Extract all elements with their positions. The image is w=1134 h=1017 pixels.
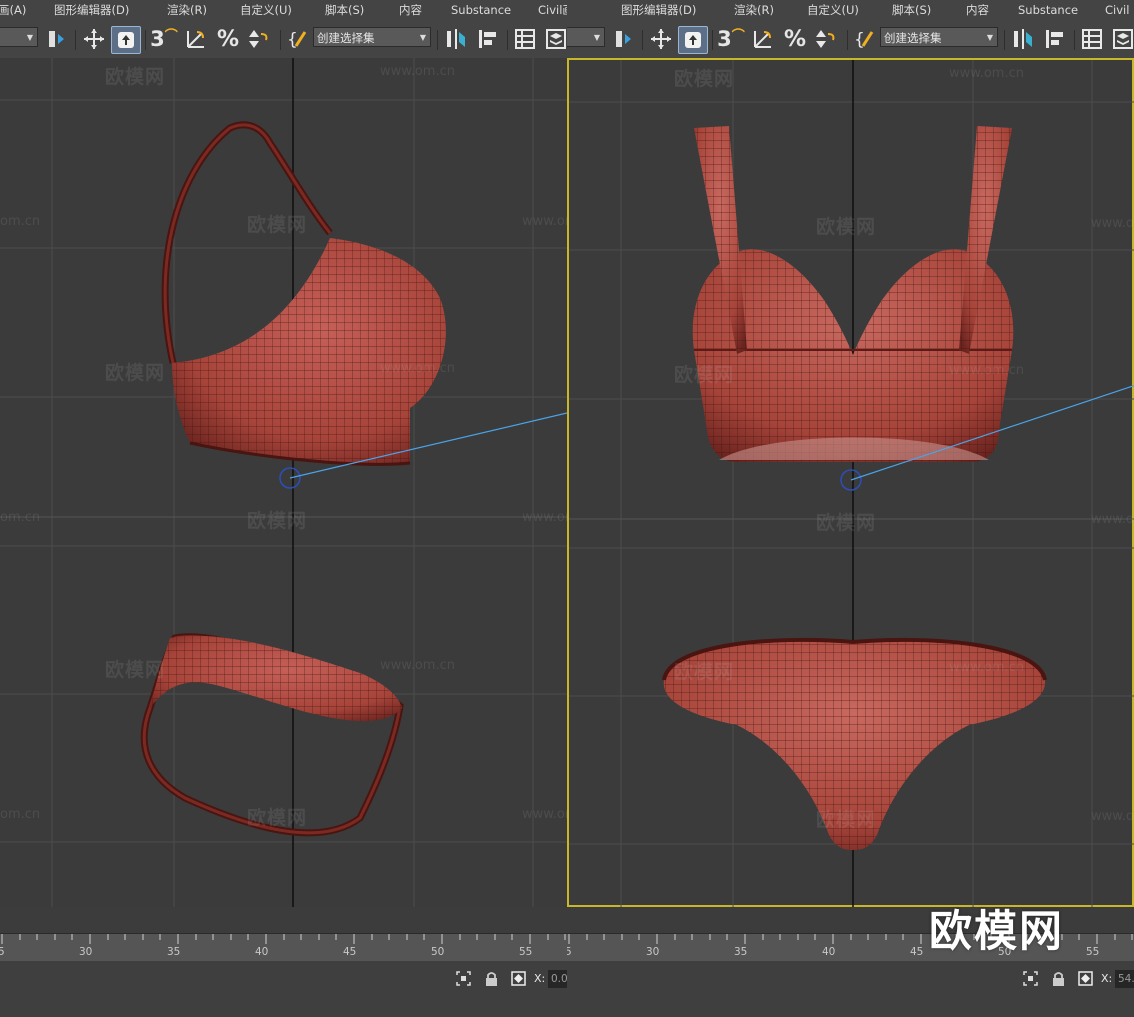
timeline-tick-label: 5 <box>567 946 572 958</box>
timeline-tick-label: 35 <box>734 946 748 958</box>
timeline-tick-label: 5 <box>0 946 5 958</box>
x-coordinate-field[interactable]: 0.0 <box>548 970 567 988</box>
status-bar: X: 0.0 <box>0 961 567 1017</box>
angle-snap-icon[interactable] <box>750 26 776 52</box>
snap-toggle-icon[interactable]: 3 ⌒ <box>150 26 178 52</box>
menu-item-scripting[interactable]: 脚本(S) <box>325 0 364 20</box>
select-move-icon[interactable] <box>647 26 675 52</box>
selection-filter-dropdown[interactable]: ▼ <box>0 27 38 47</box>
menu-item-scripting[interactable]: 脚本(S) <box>892 0 931 20</box>
svg-text:{: { <box>854 30 865 50</box>
menu-item-content[interactable]: 内容 <box>966 0 989 20</box>
lock-icon[interactable] <box>1050 970 1067 987</box>
selection-set-dropdown[interactable]: 创建选择集 ▼ <box>880 27 998 47</box>
absolute-mode-icon[interactable] <box>510 970 527 987</box>
menu-item-graph-editors[interactable]: 图形编辑器(D) <box>54 0 129 20</box>
layer-explorer-icon[interactable] <box>543 26 567 52</box>
scene-explorer-icon[interactable] <box>1079 26 1105 52</box>
menu-item-graph-editors[interactable]: 图形编辑器(D) <box>621 0 696 20</box>
right-screen: 图形编辑器(D) 渲染(R) 自定义(U) 脚本(S) 内容 Substance… <box>567 0 1134 1017</box>
main-toolbar: ▼ 3 ⌒ % { 创建选择集 ▼ <box>567 20 1134 59</box>
menu-item-civil[interactable]: Civil <box>1105 0 1129 20</box>
timeline-tick-label: 50 <box>431 946 445 958</box>
timeline-tick-label: 35 <box>167 946 181 958</box>
isolate-selection-icon[interactable] <box>455 970 472 987</box>
percent-snap-icon[interactable]: % <box>781 26 809 52</box>
menu-item-content[interactable]: 内容 <box>399 0 422 20</box>
menu-item-rendering[interactable]: 渲染(R) <box>167 0 207 20</box>
select-by-name-icon[interactable] <box>609 26 637 52</box>
select-by-name-icon[interactable] <box>42 26 70 52</box>
snap-toggle-icon[interactable]: 3 ⌒ <box>717 26 745 52</box>
x-coordinate-field[interactable]: 54. <box>1115 970 1134 988</box>
spinner-snap-icon[interactable] <box>813 26 839 52</box>
timeline-tick-label: 45 <box>910 946 924 958</box>
timeline-tick-label: 45 <box>343 946 357 958</box>
bikini-model-side-view <box>0 58 567 907</box>
menu-item-rendering[interactable]: 渲染(R) <box>734 0 774 20</box>
lock-icon[interactable] <box>483 970 500 987</box>
named-selection-icon[interactable]: { <box>285 26 311 52</box>
timeline-tick-label: 55 <box>519 946 533 958</box>
svg-text:{: { <box>287 30 298 50</box>
bikini-model-front-view <box>569 60 1134 909</box>
scene-explorer-icon[interactable] <box>512 26 538 52</box>
timeline-tick-label: 40 <box>255 946 269 958</box>
main-toolbar: ▼ 3 ⌒ % { 创建选择集 ▼ <box>0 20 567 59</box>
percent-snap-icon[interactable]: % <box>214 26 242 52</box>
status-bar: X: 54. <box>567 961 1134 1017</box>
spinner-snap-icon[interactable] <box>246 26 272 52</box>
selection-filter-dropdown[interactable]: ▼ <box>567 27 605 47</box>
timeline-tick-label: 55 <box>1086 946 1100 958</box>
timeline-ruler[interactable]: 5 30 35 40 45 50 55 <box>0 933 567 961</box>
select-object-icon[interactable] <box>678 26 708 54</box>
isolate-selection-icon[interactable] <box>1022 970 1039 987</box>
viewport-right[interactable]: 欧模网 www.om.cn 欧模网 www.om.cn 欧模网 www.om.c… <box>567 58 1134 909</box>
menu-item-customize[interactable]: 自定义(U) <box>807 0 859 20</box>
menu-item-substance[interactable]: Substance <box>1018 0 1078 20</box>
left-screen: 画(A) 图形编辑器(D) 渲染(R) 自定义(U) 脚本(S) 内容 Subs… <box>0 0 567 1017</box>
align-icon[interactable] <box>474 26 502 52</box>
absolute-mode-icon[interactable] <box>1077 970 1094 987</box>
menu-item-civil[interactable]: Civil画(A) <box>538 0 567 20</box>
x-coordinate-label: X: <box>1101 972 1113 985</box>
selection-set-dropdown[interactable]: 创建选择集 ▼ <box>313 27 431 47</box>
select-move-icon[interactable] <box>80 26 108 52</box>
mirror-icon[interactable] <box>442 26 470 52</box>
mirror-icon[interactable] <box>1009 26 1037 52</box>
menu-item-animation[interactable]: 画(A) <box>0 0 26 20</box>
timeline-tick-label: 30 <box>646 946 660 958</box>
menu-item-customize[interactable]: 自定义(U) <box>240 0 292 20</box>
menu-bar: 画(A) 图形编辑器(D) 渲染(R) 自定义(U) 脚本(S) 内容 Subs… <box>0 0 567 20</box>
viewport-left[interactable]: 欧模网 www.om.cn om.cn 欧模网 www.om.cn 欧模网 ww… <box>0 58 567 907</box>
brand-logo: 欧模网 <box>929 907 1064 957</box>
layer-explorer-icon[interactable] <box>1110 26 1134 52</box>
select-object-icon[interactable] <box>111 26 141 54</box>
menu-item-substance[interactable]: Substance <box>451 0 511 20</box>
align-icon[interactable] <box>1041 26 1069 52</box>
angle-snap-icon[interactable] <box>183 26 209 52</box>
menu-bar: 图形编辑器(D) 渲染(R) 自定义(U) 脚本(S) 内容 Substance… <box>567 0 1134 20</box>
named-selection-icon[interactable]: { <box>852 26 878 52</box>
x-coordinate-label: X: <box>534 972 546 985</box>
timeline-tick-label: 30 <box>79 946 93 958</box>
timeline-tick-label: 40 <box>822 946 836 958</box>
